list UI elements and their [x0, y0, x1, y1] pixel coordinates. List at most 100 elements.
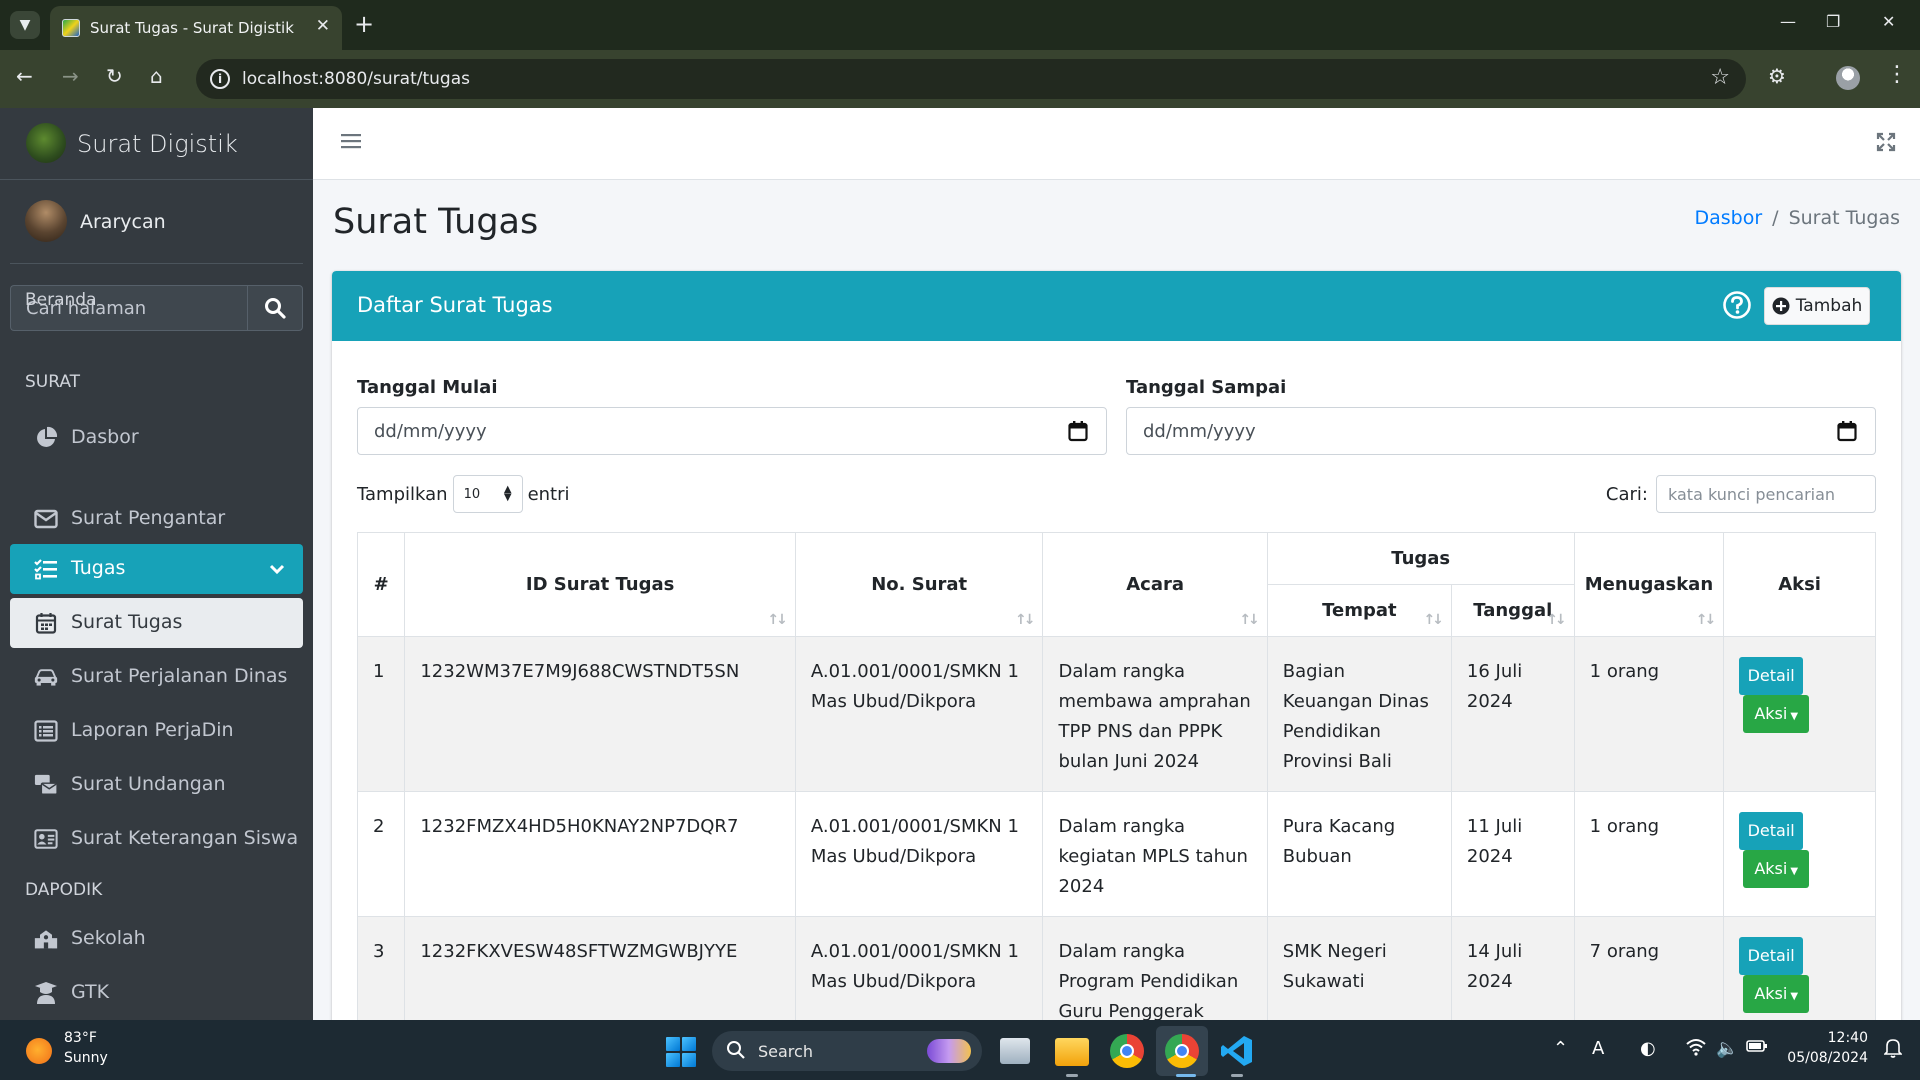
- col-header-no-surat[interactable]: No. Surat ↑↓: [794, 532, 1044, 637]
- caret-down-icon: ▼: [1790, 991, 1799, 1002]
- profile-avatar[interactable]: [1836, 66, 1860, 90]
- reload-icon[interactable]: ↻: [106, 64, 123, 88]
- volume-icon[interactable]: 🔈: [1716, 1038, 1738, 1059]
- window-close-icon[interactable]: ✕: [1882, 12, 1895, 31]
- address-bar[interactable]: i localhost:8080/surat/tugas ☆: [196, 59, 1746, 99]
- input-language-icon[interactable]: A: [1592, 1038, 1604, 1059]
- cell-id: 1232FKXVESW48SFTWZMGWBJYYE: [404, 916, 796, 1020]
- sidebar-item-label: Dasbor: [71, 426, 139, 448]
- hamburger-menu-icon[interactable]: [341, 132, 361, 154]
- end-date-label: Tanggal Sampai: [1126, 377, 1287, 398]
- browser-menu-icon[interactable]: ⋮: [1886, 62, 1908, 87]
- user-panel[interactable]: Ararycan: [10, 180, 303, 264]
- cell-no-surat: A.01.001/0001/SMKN 1 Mas Ubud/Dikpora: [794, 636, 1044, 792]
- caret-down-icon: ▼: [1790, 866, 1799, 877]
- weather-description[interactable]: Sunny: [64, 1050, 108, 1066]
- col-header-tempat[interactable]: Tempat ↑↓: [1266, 584, 1452, 637]
- sidebar-item-laporan-perjadin[interactable]: Laporan PerjaDin: [10, 706, 303, 756]
- new-tab-icon[interactable]: +: [354, 10, 374, 38]
- browser-tab-active[interactable]: Surat Tugas - Surat Digistik ✕: [50, 6, 342, 50]
- detail-button[interactable]: Detail: [1739, 937, 1804, 975]
- sidebar-item-surat-undangan[interactable]: Surat Undangan: [10, 760, 303, 810]
- col-header-menugaskan[interactable]: Menugaskan ↑↓: [1573, 532, 1725, 637]
- main-content: Surat Tugas Dasbor / Surat Tugas Daftar Su…: [313, 108, 1920, 1020]
- calendar-picker-icon[interactable]: [1837, 420, 1857, 446]
- vscode-icon[interactable]: [1220, 1034, 1254, 1068]
- extensions-icon[interactable]: ⚙: [1768, 64, 1786, 88]
- col-header-id[interactable]: ID Surat Tugas ↑↓: [404, 532, 796, 637]
- tab-title: Surat Tugas - Surat Digistik: [90, 19, 294, 37]
- detail-button[interactable]: Detail: [1739, 812, 1804, 850]
- brand-link[interactable]: Surat Digistik: [0, 108, 313, 180]
- sync-status-icon[interactable]: ◐: [1640, 1038, 1656, 1059]
- help-icon[interactable]: [1722, 290, 1752, 324]
- user-avatar: [25, 200, 67, 242]
- sidebar-item-surat-keterangan-siswa[interactable]: Surat Keterangan Siswa: [10, 814, 303, 864]
- wifi-icon[interactable]: [1686, 1038, 1706, 1061]
- taskbar-search[interactable]: Search: [712, 1031, 982, 1071]
- table-row: 2 1232FMZX4HD5H0KNAY2NP7DQR7 A.01.001/00…: [356, 791, 1876, 917]
- aksi-dropdown-button[interactable]: Aksi ▼: [1743, 695, 1810, 733]
- chrome-profile-icon[interactable]: [1165, 1034, 1199, 1068]
- clock-time[interactable]: 12:40: [1828, 1030, 1868, 1046]
- tab-close-icon[interactable]: ✕: [316, 16, 330, 36]
- entries-select[interactable]: 10 ▲ ▼: [452, 475, 523, 513]
- back-icon[interactable]: ←: [16, 64, 33, 88]
- battery-icon[interactable]: [1746, 1038, 1768, 1059]
- search-highlight-icon: [927, 1039, 971, 1063]
- sidebar-item-tugas[interactable]: Tugas: [10, 544, 303, 594]
- weather-sun-icon[interactable]: [26, 1038, 52, 1064]
- chrome-icon[interactable]: [1110, 1034, 1144, 1068]
- weather-temperature[interactable]: 83°F: [64, 1030, 97, 1046]
- sidebar-item-sekolah[interactable]: Sekolah: [10, 914, 303, 964]
- sort-icon: ↑↓: [1546, 612, 1567, 628]
- file-explorer-icon[interactable]: [1055, 1038, 1089, 1066]
- calendar-picker-icon[interactable]: [1068, 420, 1088, 446]
- user-name[interactable]: Ararycan: [80, 211, 166, 233]
- task-view-icon[interactable]: [1000, 1038, 1030, 1064]
- fullscreen-icon[interactable]: [1876, 132, 1896, 156]
- forward-icon[interactable]: →: [62, 64, 79, 88]
- sidebar-item-gtk[interactable]: GTK: [10, 968, 303, 1018]
- cell-acara: Dalam rangka Program Pendidikan Guru Pen…: [1042, 916, 1268, 1020]
- bookmark-star-icon[interactable]: ☆: [1710, 65, 1730, 90]
- cell-menugaskan: 1 orang: [1573, 636, 1725, 792]
- breadcrumb-home-link[interactable]: Dasbor: [1695, 207, 1763, 229]
- site-info-icon[interactable]: i: [210, 69, 230, 89]
- col-header-acara[interactable]: Acara ↑↓: [1042, 532, 1268, 637]
- sidebar-item-surat-tugas[interactable]: Surat Tugas: [10, 598, 303, 648]
- restore-icon[interactable]: ❐: [1826, 12, 1840, 31]
- col-header-tugas: Tugas: [1266, 532, 1575, 585]
- home-icon[interactable]: ⌂: [150, 64, 163, 88]
- sidebar-item-dasbor[interactable]: Dasbor: [10, 413, 303, 463]
- sort-icon: ↑↓: [1239, 612, 1260, 628]
- minimize-icon[interactable]: —: [1780, 12, 1796, 31]
- running-indicator: [1231, 1074, 1243, 1077]
- aksi-dropdown-button[interactable]: Aksi ▼: [1743, 975, 1810, 1013]
- notification-bell-icon[interactable]: [1883, 1038, 1903, 1062]
- sidebar-item-surat-perjalanan-dinas[interactable]: Surat Perjalanan Dinas: [10, 652, 303, 702]
- sidebar-search-button[interactable]: [247, 285, 303, 331]
- tab-search-button[interactable]: ▼: [10, 11, 40, 39]
- table-search-input[interactable]: kata kunci pencarian: [1656, 475, 1876, 513]
- start-date-input[interactable]: dd/mm/yyyy: [357, 407, 1107, 455]
- top-navbar: [313, 108, 1920, 180]
- select-arrows-icon: ▲ ▼: [503, 484, 512, 503]
- col-header-tanggal[interactable]: Tanggal ↑↓: [1450, 584, 1575, 637]
- table-row: 1 1232WM37E7M9J688CWSTNDT5SN A.01.001/00…: [356, 636, 1876, 792]
- clock-date[interactable]: 05/08/2024: [1787, 1050, 1868, 1066]
- sidebar-item-label: Surat Tugas: [71, 611, 183, 633]
- nav-header-surat: SURAT: [25, 372, 81, 392]
- cell-id: 1232FMZX4HD5H0KNAY2NP7DQR7: [404, 791, 796, 917]
- windows-start-icon[interactable]: [666, 1037, 696, 1067]
- aksi-dropdown-button[interactable]: Aksi ▼: [1743, 850, 1810, 888]
- chart-pie-icon: [34, 426, 58, 450]
- cell-no: 2: [356, 791, 406, 917]
- add-button[interactable]: Tambah: [1764, 287, 1870, 325]
- url-text[interactable]: localhost:8080/surat/tugas: [242, 69, 470, 89]
- end-date-input[interactable]: dd/mm/yyyy: [1126, 407, 1876, 455]
- detail-button[interactable]: Detail: [1739, 657, 1804, 695]
- tray-overflow-icon[interactable]: ⌃: [1553, 1038, 1568, 1059]
- sidebar-item-surat-pengantar[interactable]: Surat Pengantar: [10, 494, 303, 544]
- envelope-icon: [34, 507, 58, 531]
